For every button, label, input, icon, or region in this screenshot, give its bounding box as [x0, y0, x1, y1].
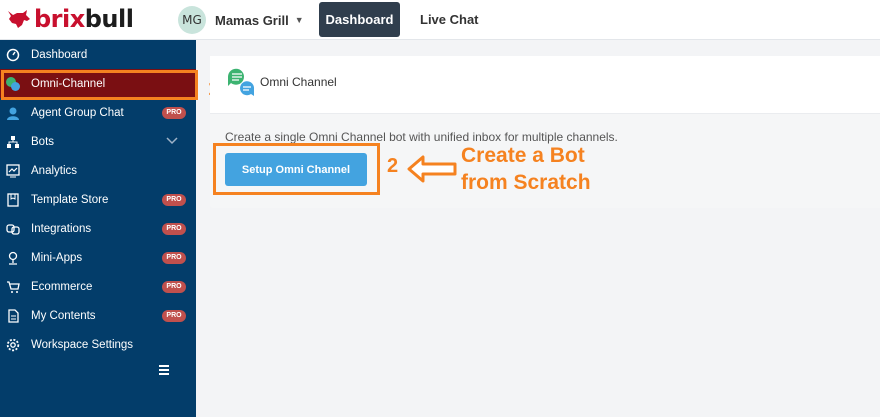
sidebar-item-analytics[interactable]: Analytics: [0, 156, 196, 185]
omni-channel-icon: [5, 76, 21, 92]
sidebar-item-mini-apps[interactable]: Mini-Apps PRO: [0, 243, 196, 272]
bull-icon: [8, 10, 30, 28]
sidebar-item-label: Mini-Apps: [31, 251, 83, 264]
top-navbar: brixbull MG Mamas Grill ▼ Dashboard Live…: [0, 0, 880, 40]
sidebar-item-my-contents[interactable]: My Contents PRO: [0, 301, 196, 330]
sidebar: Dashboard Omni-Channel Agent Group Chat …: [0, 40, 196, 417]
brixbull-logo[interactable]: brixbull: [6, 5, 134, 33]
sidebar-item-label: Integrations: [31, 222, 92, 235]
card-header: Omni Channel: [210, 56, 880, 114]
sidebar-item-label: Bots: [31, 135, 55, 148]
pro-badge: PRO: [162, 251, 186, 264]
nav-dashboard[interactable]: Dashboard: [319, 2, 400, 37]
sidebar-item-integrations[interactable]: Integrations PRO: [0, 214, 196, 243]
nav-live-chat[interactable]: Live Chat: [412, 2, 487, 37]
card-title: Omni Channel: [260, 75, 337, 89]
document-icon: [5, 308, 21, 324]
pro-badge: PRO: [162, 280, 186, 293]
pro-badge: PRO: [162, 309, 186, 322]
gear-icon: [5, 337, 21, 353]
callout-text: Create a Bot from Scratch: [461, 142, 591, 196]
pro-badge: PRO: [162, 193, 186, 206]
omni-channel-chat-icon: [227, 68, 255, 103]
chevron-down-icon[interactable]: [166, 136, 178, 148]
callout-line-2: from Scratch: [461, 171, 591, 194]
collapse-menu-icon[interactable]: [159, 365, 171, 375]
sidebar-item-label: Ecommerce: [31, 280, 93, 293]
integrations-icon: [5, 221, 21, 237]
caret-down-icon: ▼: [294, 15, 304, 25]
template-icon: [5, 192, 21, 208]
agent-icon: [5, 105, 21, 121]
logo-text: brixbull: [34, 5, 134, 33]
speedometer-icon: [5, 47, 21, 63]
bots-icon: [5, 134, 21, 150]
sidebar-item-label: Agent Group Chat: [31, 106, 124, 119]
callout-line-1: Create a Bot: [461, 144, 585, 167]
sidebar-item-label: Dashboard: [31, 48, 88, 61]
sidebar-item-label: Omni-Channel: [31, 77, 106, 90]
setup-omni-channel-button[interactable]: Setup Omni Channel: [225, 153, 367, 186]
sidebar-item-label: Workspace Settings: [31, 338, 134, 351]
sidebar-item-label: Template Store: [31, 193, 109, 206]
sidebar-item-bots[interactable]: Bots: [0, 127, 196, 156]
sidebar-item-dashboard[interactable]: Dashboard: [0, 40, 196, 69]
sidebar-item-omni-channel[interactable]: Omni-Channel: [0, 69, 196, 98]
sidebar-item-workspace-settings[interactable]: Workspace Settings: [0, 330, 196, 359]
sidebar-item-label: Analytics: [31, 164, 78, 177]
pro-badge: PRO: [162, 106, 186, 119]
workspace-name: Mamas Grill: [215, 12, 289, 28]
mini-apps-icon: [5, 250, 21, 266]
pro-badge: PRO: [162, 222, 186, 235]
sidebar-item-ecommerce[interactable]: Ecommerce PRO: [0, 272, 196, 301]
cart-icon: [5, 279, 21, 295]
sidebar-item-template-store[interactable]: Template Store PRO: [0, 185, 196, 214]
sidebar-item-agent-group-chat[interactable]: Agent Group Chat PRO: [0, 98, 196, 127]
step-number-2: 2: [387, 155, 399, 177]
workspace-avatar: MG: [178, 6, 206, 34]
workspace-selector[interactable]: MG Mamas Grill ▼: [178, 6, 304, 34]
analytics-icon: [5, 163, 21, 179]
sidebar-item-label: My Contents: [31, 309, 96, 322]
arrow-left-icon: [407, 154, 457, 189]
